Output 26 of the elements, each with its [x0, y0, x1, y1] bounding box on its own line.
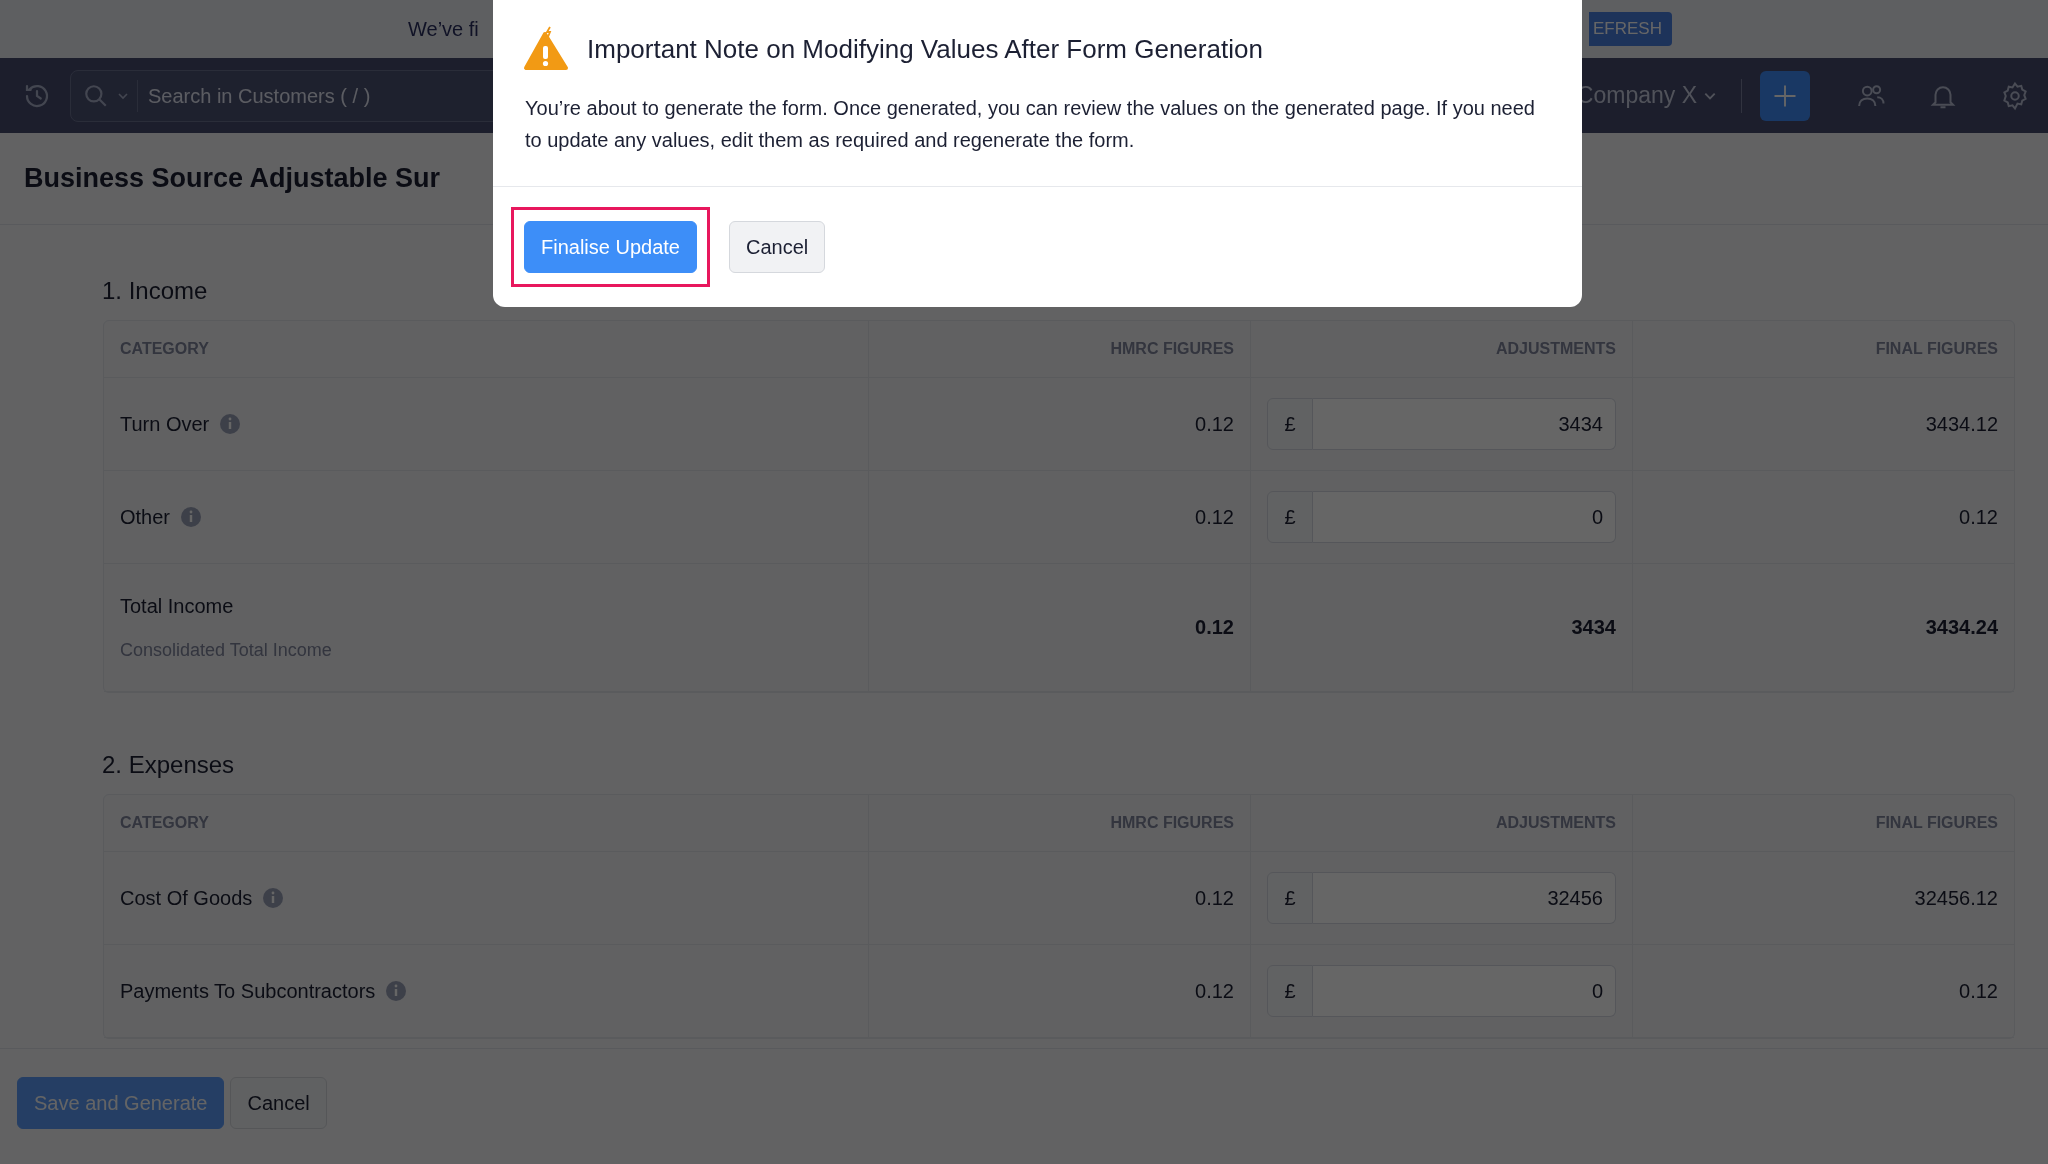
- table-cell-text: 3434: [1571, 615, 1616, 641]
- table-cell-text: 0.12: [1195, 978, 1234, 1004]
- currency-prefix: £: [1267, 871, 1313, 924]
- section-title: 1. Income: [102, 277, 209, 306]
- table-cell-text: 3434.12: [1925, 411, 1998, 437]
- table-cell-text: 0.12: [1959, 504, 1998, 530]
- section-title: 2. Expenses: [102, 750, 236, 780]
- currency-prefix: £: [1267, 490, 1313, 543]
- modal-message: You’re about to generate the form. Once generated, you can review the values on the generated page. If you need to update any values, edit them as required and regenerate the form.: [493, 80, 1582, 187]
- table-cell-text: 0.12: [1195, 504, 1234, 530]
- category-label: Turn Over: [120, 411, 210, 437]
- table-cell-text: 3434.24: [1925, 615, 1998, 641]
- currency-prefix: £: [1267, 964, 1313, 1017]
- category-label: Other: [120, 504, 171, 530]
- category-label: Cost Of Goods: [120, 885, 253, 911]
- table-cell-text: 0.12: [1195, 615, 1234, 641]
- category-label: Payments To Subcontractors: [120, 978, 376, 1004]
- table-cell-text: 0.12: [1195, 885, 1234, 911]
- table-cell-text: 0.12: [1959, 978, 1998, 1004]
- modal-title: Important Note on Modifying Values After Form Generation: [587, 34, 1263, 66]
- currency-prefix: £: [1267, 397, 1313, 450]
- category-label: Total Income: [120, 593, 234, 619]
- banner-text: We’ve fi: [408, 17, 479, 42]
- table-cell-text: 32456.12: [1914, 885, 1998, 911]
- table-cell-text: 0.12: [1195, 411, 1234, 437]
- page-title: Business Source Adjustable Sur: [24, 162, 441, 195]
